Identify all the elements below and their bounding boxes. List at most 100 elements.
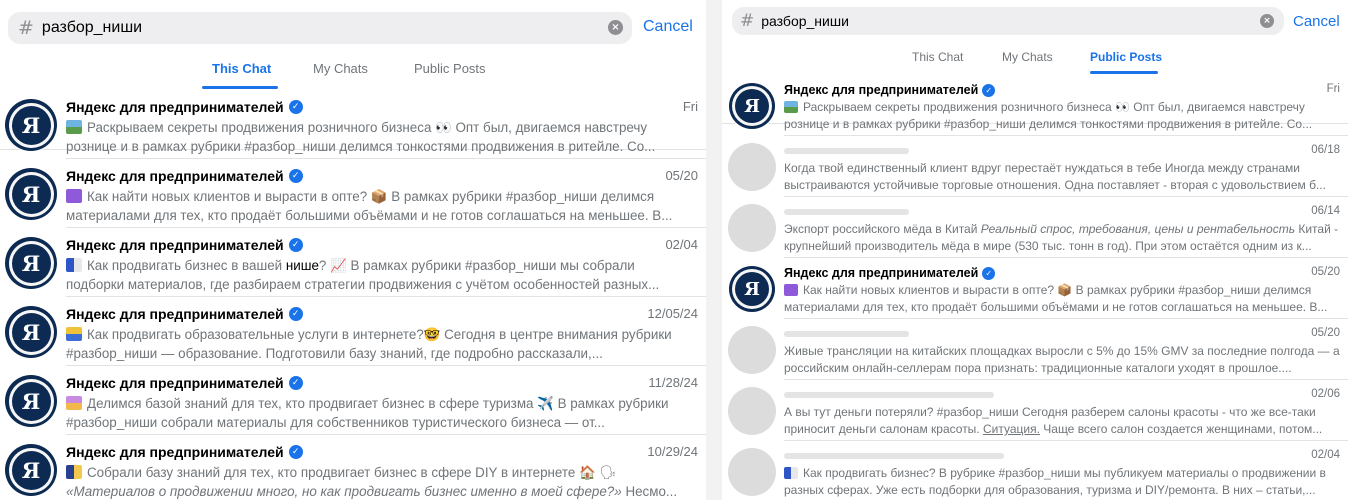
- message-date: 05/20: [665, 168, 698, 183]
- yandex-logo-icon: Я: [735, 89, 769, 123]
- verified-icon: ✓: [288, 445, 303, 459]
- channel-name: Яндекс для предпринимателей: [66, 237, 284, 253]
- cancel-button[interactable]: Cancel: [1293, 13, 1340, 30]
- panel-separator: [706, 0, 722, 500]
- search-input[interactable]: # разбор_ниши ×: [732, 7, 1284, 35]
- message-preview: Как найти новых клиентов и вырасти в опт…: [66, 189, 673, 223]
- channel-name: Яндекс для предпринимателей: [66, 168, 284, 184]
- message-date: 02/04: [1311, 449, 1340, 461]
- verified-icon: ✓: [288, 307, 303, 321]
- channel-name-placeholder: [784, 148, 909, 154]
- result-item[interactable]: Я Яндекс для предпринимателей ✓ Fri Раскр…: [722, 75, 1348, 136]
- channel-name: Яндекс для предпринимателей: [66, 99, 284, 115]
- channel-name: Яндекс для предпринимателей: [66, 306, 284, 322]
- yandex-logo-icon: Я: [11, 450, 51, 490]
- yandex-logo-icon: Я: [11, 105, 51, 145]
- result-item[interactable]: 02/04 Как продвигать бизнес? В рубрике #…: [722, 441, 1348, 500]
- message-date: 02/04: [665, 237, 698, 252]
- message-preview: Когда твой единственный клиент вдруг пер…: [784, 161, 1326, 192]
- message-date: 06/18: [1311, 144, 1340, 156]
- message-preview: Раскрываем секреты продвижения розничног…: [66, 120, 656, 154]
- result-item[interactable]: Я Яндекс для предпринимателей ✓ 10/29/24 …: [0, 435, 706, 500]
- search-tabs: This Chat My Chats Public Posts: [722, 49, 1348, 124]
- search-row: # разбор_ниши ×: [8, 12, 632, 44]
- message-date: 02/06: [1311, 388, 1340, 400]
- left-panel: # разбор_ниши × Cancel This Chat My Chat…: [0, 0, 706, 500]
- message-date: 11/28/24: [648, 375, 698, 390]
- message-date: 12/05/24: [647, 306, 698, 321]
- cancel-button[interactable]: Cancel: [643, 18, 693, 36]
- tab-this-chat[interactable]: This Chat: [912, 50, 963, 64]
- avatar-placeholder: [728, 387, 776, 435]
- tab-my-chats[interactable]: My Chats: [313, 61, 368, 76]
- search-tabs: This Chat My Chats Public Posts: [0, 60, 706, 150]
- channel-name-placeholder: [784, 331, 909, 337]
- search-input[interactable]: # разбор_ниши ×: [8, 12, 632, 44]
- message-preview: Живые трансляции на китайских площадках …: [784, 344, 1340, 375]
- message-preview: А вы тут деньги потеряли? #разбор_ниши С…: [784, 405, 1323, 436]
- verified-icon: ✓: [288, 169, 303, 183]
- highlighted-term: нише: [285, 258, 319, 273]
- yandex-logo-icon: Я: [11, 381, 51, 421]
- active-tab-indicator: [1090, 71, 1158, 74]
- channel-name-placeholder: [784, 209, 909, 215]
- avatar: Я: [4, 236, 58, 290]
- book-icon: [66, 327, 82, 341]
- message-preview: Собрали базу знаний для тех, кто продвиг…: [66, 465, 678, 499]
- hash-icon: #: [18, 17, 34, 39]
- tab-public-posts[interactable]: Public Posts: [414, 61, 486, 76]
- avatar: Я: [4, 98, 58, 152]
- result-item[interactable]: Я Яндекс для предпринимателей ✓ 05/20 Как…: [0, 159, 706, 228]
- picture-icon: [66, 120, 82, 134]
- result-item[interactable]: Я Яндекс для предпринимателей ✓ 11/28/24 …: [0, 366, 706, 435]
- result-item[interactable]: Я Яндекс для предпринимателей ✓ 12/05/24 …: [0, 297, 706, 366]
- message-preview: Делимся базой знаний для тех, кто продви…: [66, 396, 669, 430]
- clear-icon[interactable]: ×: [1260, 14, 1274, 28]
- verified-icon: ✓: [288, 100, 303, 114]
- hash-icon: #: [740, 11, 755, 31]
- avatar: Я: [4, 374, 58, 428]
- result-item[interactable]: Я Яндекс для предпринимателей ✓ 05/20 Как…: [722, 258, 1348, 319]
- search-query[interactable]: разбор_ниши: [761, 13, 849, 29]
- right-panel: # разбор_ниши × Cancel This Chat My Chat…: [722, 0, 1348, 500]
- active-tab-indicator: [202, 86, 278, 89]
- chart-icon: [66, 189, 82, 203]
- result-item[interactable]: Я Яндекс для предпринимателей ✓ 02/04 Как…: [0, 228, 706, 297]
- chart-icon: [784, 284, 798, 296]
- flag-icon: [784, 467, 798, 479]
- avatar: Я: [728, 82, 776, 130]
- avatar: Я: [4, 443, 58, 497]
- message-date: 05/20: [1311, 266, 1340, 278]
- tab-public-posts[interactable]: Public Posts: [1090, 50, 1162, 64]
- channel-name: Яндекс для предпринимателей: [66, 375, 284, 391]
- message-date: 06/14: [1311, 205, 1340, 217]
- search-query[interactable]: разбор_ниши: [42, 19, 142, 37]
- tab-this-chat[interactable]: This Chat: [212, 61, 271, 76]
- channel-name: Яндекс для предпринимателей: [66, 444, 284, 460]
- result-item[interactable]: 02/06 А вы тут деньги потеряли? #разбор_…: [722, 380, 1348, 441]
- result-item[interactable]: 06/14 Экспорт российского мёда в Китай Р…: [722, 197, 1348, 258]
- avatar-placeholder: [728, 143, 776, 191]
- photo-icon: [66, 396, 82, 410]
- message-preview: Как продвигать бизнес в вашей нише? 📈 В …: [66, 258, 660, 292]
- message-date: 10/29/24: [647, 444, 698, 459]
- channel-name-placeholder: [784, 453, 1004, 459]
- yandex-logo-icon: Я: [11, 312, 51, 352]
- tab-my-chats[interactable]: My Chats: [1002, 50, 1053, 64]
- avatar: Я: [4, 167, 58, 221]
- clear-icon[interactable]: ×: [608, 20, 623, 35]
- result-item[interactable]: 05/20 Живые трансляции на китайских площ…: [722, 319, 1348, 380]
- verified-icon: ✓: [288, 376, 303, 390]
- message-date: 05/20: [1311, 327, 1340, 339]
- avatar-placeholder: [728, 448, 776, 496]
- channel-name-placeholder: [784, 392, 994, 398]
- result-item[interactable]: 06/18 Когда твой единственный клиент вдр…: [722, 136, 1348, 197]
- picture-icon: [784, 101, 798, 113]
- yandex-logo-icon: Я: [735, 272, 769, 306]
- message-preview: Как продвигать образовательные услуги в …: [66, 327, 672, 361]
- avatar-placeholder: [728, 204, 776, 252]
- message-preview: Раскрываем секреты продвижения розничног…: [784, 100, 1313, 131]
- message-date: Fri: [682, 99, 698, 114]
- result-item[interactable]: Я Яндекс для предпринимателей ✓ Fri Раскр…: [0, 90, 706, 159]
- verified-icon: ✓: [982, 266, 996, 280]
